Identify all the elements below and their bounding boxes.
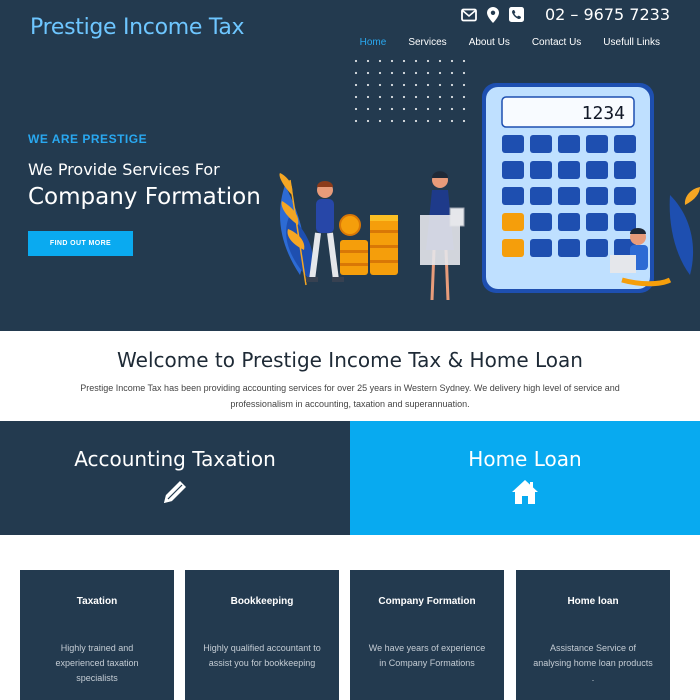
card-title: Home loan xyxy=(567,596,619,607)
hero-headline: Company Formation xyxy=(28,184,261,210)
nav-item-contact-us[interactable]: Contact Us xyxy=(532,37,581,48)
leaf-decoration-left xyxy=(279,173,314,286)
card-title: Bookkeeping xyxy=(230,596,294,607)
calculator-display: 1234 xyxy=(582,103,625,124)
contact-bar: 02 – 9675 7233 xyxy=(461,5,670,24)
card-text: Highly qualified accountant to assist yo… xyxy=(203,643,321,668)
calculator-key xyxy=(558,187,580,205)
welcome-title: Welcome to Prestige Income Tax & Home Lo… xyxy=(117,348,583,372)
home-loan-panel[interactable]: Home Loan xyxy=(350,421,700,535)
nav-item-home[interactable]: Home xyxy=(360,37,387,48)
calculator-key xyxy=(502,161,524,179)
accounting-taxation-title: Accounting Taxation xyxy=(74,447,276,471)
calculator-key xyxy=(530,187,552,205)
home-loan-title: Home Loan xyxy=(468,447,582,471)
calculator-key xyxy=(586,213,608,231)
card-text: Highly trained and experienced taxation … xyxy=(55,643,139,683)
calculator-key xyxy=(614,213,636,231)
site-logo[interactable]: Prestige Income Tax xyxy=(30,15,245,40)
calculator-key xyxy=(614,161,636,179)
card-title: Company Formation xyxy=(378,596,476,607)
nav-item-usefull-links[interactable]: Usefull Links xyxy=(603,37,660,48)
calculator-key xyxy=(502,187,524,205)
house-icon xyxy=(512,480,538,504)
woman-figure-illustration xyxy=(420,171,465,301)
welcome-text: Prestige Income Tax has been providing a… xyxy=(80,383,620,409)
calculator-key xyxy=(530,213,552,231)
envelope-icon[interactable] xyxy=(461,7,477,23)
card-title: Taxation xyxy=(76,596,118,607)
calculator-key xyxy=(502,239,524,257)
services-cards: Taxation Highly trained and experienced … xyxy=(20,570,680,700)
calculator-key xyxy=(614,187,636,205)
calculator-key xyxy=(530,161,552,179)
coin-stack-illustration xyxy=(339,214,398,275)
accounting-taxation-panel[interactable]: Accounting Taxation xyxy=(0,421,350,535)
main-nav: Home Services About Us Contact Us Useful… xyxy=(360,37,660,48)
calculator-key xyxy=(502,135,524,153)
man-figure-illustration xyxy=(306,181,344,282)
calculator-key xyxy=(558,161,580,179)
calculator-key xyxy=(530,135,552,153)
calculator-key xyxy=(558,213,580,231)
phone-icon[interactable] xyxy=(509,7,525,23)
card-home-loan[interactable]: Home loan Assistance Service of analysin… xyxy=(516,570,670,700)
hero-subtitle: We Provide Services For xyxy=(28,160,220,179)
calculator-key xyxy=(558,135,580,153)
calculator-key xyxy=(586,239,608,257)
service-split-section: Accounting Taxation Home Loan xyxy=(0,421,700,535)
card-text: Assistance Service of analysing home loa… xyxy=(533,643,653,683)
card-text: We have years of experience in Company F… xyxy=(368,643,486,668)
calculator-key xyxy=(586,187,608,205)
calculator-key xyxy=(614,135,636,153)
calculator-key xyxy=(586,135,608,153)
calculator-key xyxy=(530,239,552,257)
calculator-key xyxy=(558,239,580,257)
card-taxation[interactable]: Taxation Highly trained and experienced … xyxy=(20,570,174,700)
phone-number[interactable]: 02 – 9675 7233 xyxy=(545,5,670,24)
card-bookkeeping[interactable]: Bookkeeping Highly qualified accountant … xyxy=(185,570,339,700)
hero-section: Prestige Income Tax 02 – 9675 7233 Home … xyxy=(0,0,700,331)
hero-eyebrow: WE ARE PRESTIGE xyxy=(28,132,148,146)
calculator-key xyxy=(502,213,524,231)
card-company-formation[interactable]: Company Formation We have years of exper… xyxy=(350,570,504,700)
calculator-key xyxy=(586,161,608,179)
map-pin-icon[interactable] xyxy=(485,6,501,23)
nav-item-about-us[interactable]: About Us xyxy=(469,37,510,48)
hero-illustration: 1234 xyxy=(279,83,700,301)
nav-item-services[interactable]: Services xyxy=(408,37,446,48)
pencil-icon xyxy=(164,481,186,503)
find-out-more-button[interactable]: FIND OUT MORE xyxy=(28,231,133,256)
